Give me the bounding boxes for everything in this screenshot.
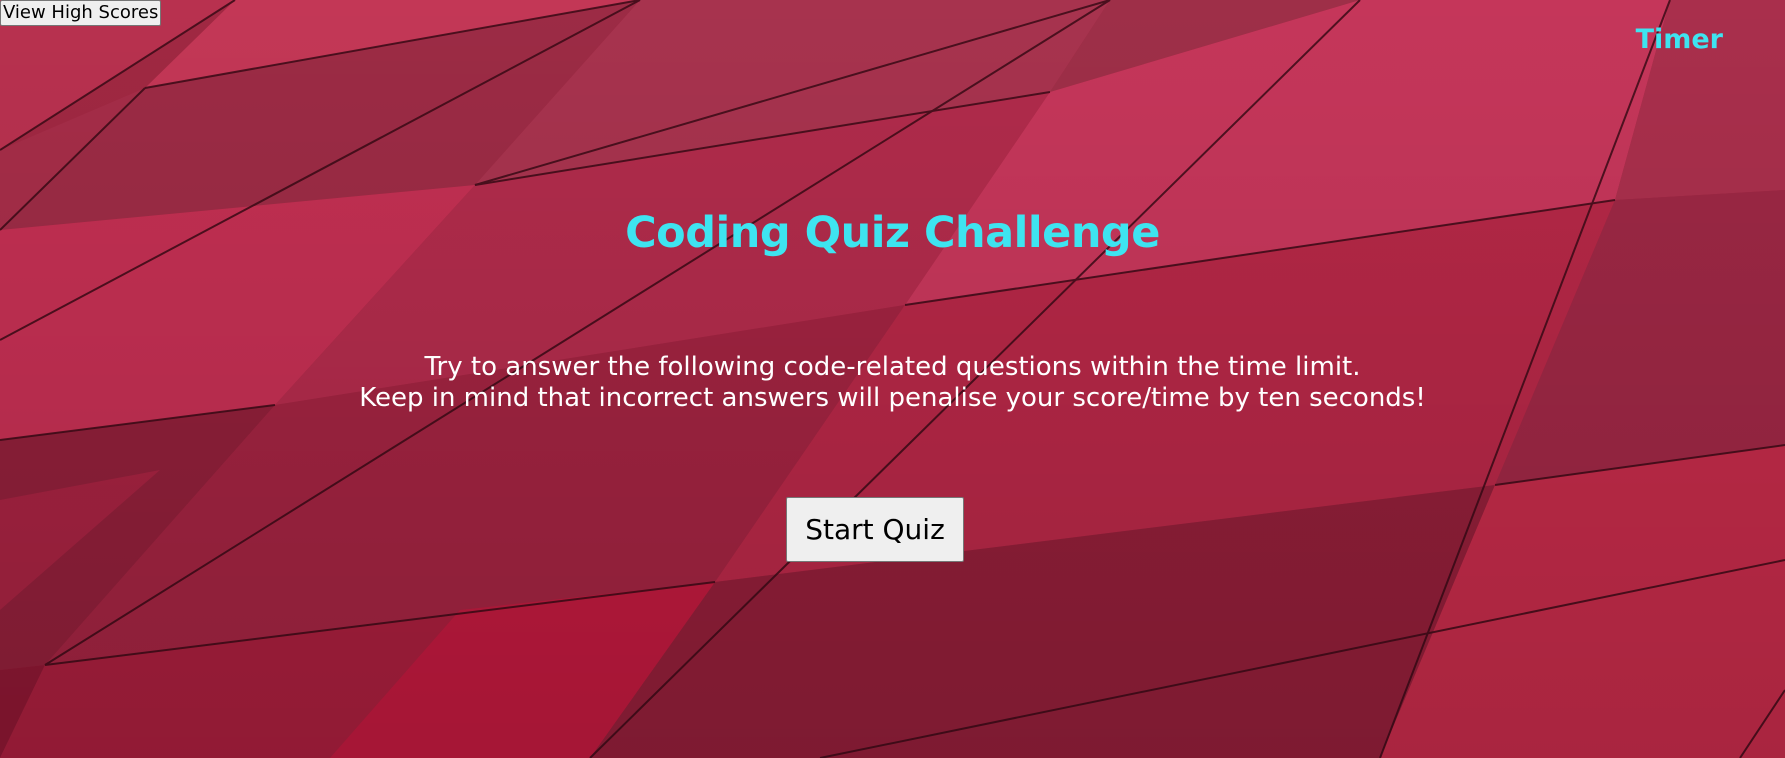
view-high-scores-button[interactable]: View High Scores <box>0 0 162 26</box>
intro-text: Try to answer the following code-related… <box>0 352 1785 414</box>
page-title: Coding Quiz Challenge <box>625 208 1160 258</box>
intro-line-2: Keep in mind that incorrect answers will… <box>359 383 1426 413</box>
start-quiz-button[interactable]: Start Quiz <box>786 497 964 562</box>
intro-line-1: Try to answer the following code-related… <box>424 352 1361 382</box>
timer-label: Timer <box>1635 24 1723 55</box>
